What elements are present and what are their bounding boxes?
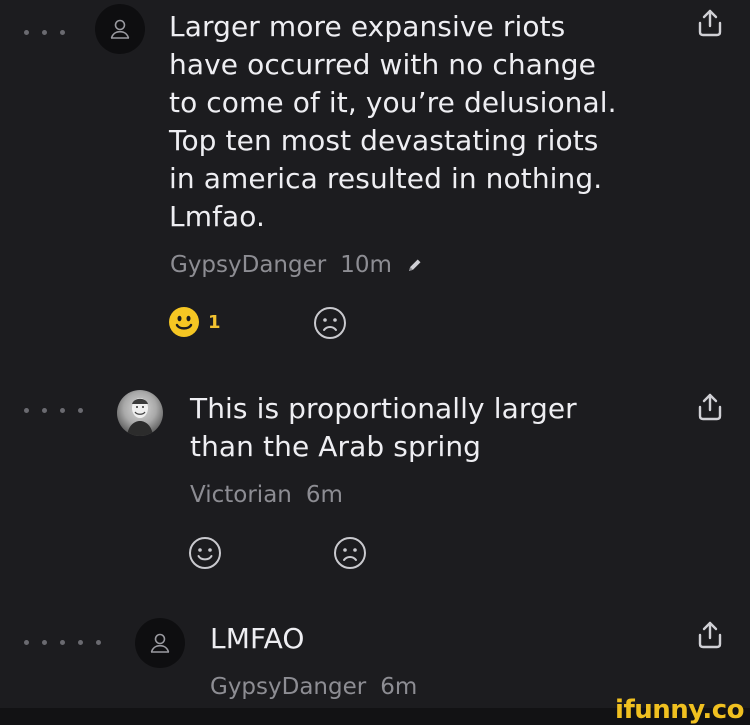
avatar[interactable] — [135, 618, 185, 668]
avatar[interactable] — [95, 4, 145, 54]
pencil-icon — [408, 259, 421, 271]
thread-depth-indicator — [24, 30, 65, 35]
author-name[interactable]: GypsyDanger — [210, 674, 366, 700]
user-icon — [150, 633, 170, 653]
author-name[interactable]: GypsyDanger — [170, 252, 326, 278]
dislike-reaction[interactable] — [313, 306, 347, 340]
frown-icon — [314, 307, 346, 339]
comment-text: Larger more expansive riots have occurre… — [169, 10, 617, 233]
comment-thread: Larger more expansive riots have occurre… — [0, 0, 750, 725]
comment-text: LMFAO — [210, 622, 305, 655]
watermark-logo: ifunny.co — [615, 695, 744, 725]
comment-meta: Victorian 6m — [190, 482, 343, 508]
timestamp: 6m — [305, 482, 343, 508]
timestamp: 6m — [380, 674, 418, 700]
like-count: 1 — [208, 311, 221, 333]
user-icon — [110, 19, 130, 39]
thread-depth-indicator — [24, 408, 83, 413]
comment-text: This is proportionally larger than the A… — [190, 392, 577, 463]
comment-meta: GypsyDanger 6m — [210, 674, 417, 700]
like-reaction[interactable]: 1 — [168, 306, 221, 338]
dislike-reaction[interactable] — [333, 536, 367, 570]
frown-icon — [334, 537, 366, 569]
timestamp: 10m — [340, 252, 392, 278]
author-name[interactable]: Victorian — [190, 482, 292, 508]
smile-icon — [189, 537, 221, 569]
smile-filled-icon — [169, 307, 199, 337]
share-icon[interactable] — [696, 8, 724, 38]
comment-meta: GypsyDanger 10m — [170, 252, 424, 278]
share-icon[interactable] — [696, 392, 724, 422]
share-icon[interactable] — [696, 620, 724, 650]
like-reaction[interactable] — [188, 536, 222, 570]
avatar[interactable] — [117, 390, 163, 436]
thread-depth-indicator — [24, 640, 101, 645]
portrait-image — [127, 398, 153, 436]
